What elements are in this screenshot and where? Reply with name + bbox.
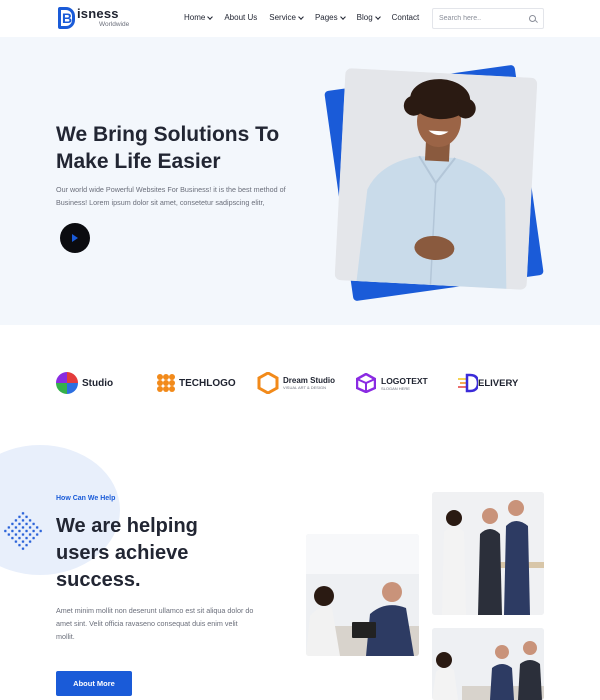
person-illustration <box>334 68 538 290</box>
nav-item-pages[interactable]: Pages <box>314 13 346 22</box>
meeting-illustration <box>306 534 419 656</box>
chevron-down-icon <box>207 13 214 20</box>
brand-studio[interactable]: Studio <box>56 372 113 394</box>
nav-label: Pages <box>314 13 338 22</box>
hero-description: Our world wide Powerful Websites For Bus… <box>56 185 286 207</box>
site-header: B isness Worldwide Home About Us Service… <box>0 0 600 37</box>
brand-dream-studio[interactable]: Dream Studio VISUAL ART & DESIGN <box>257 372 335 394</box>
hero-title-line: We Bring Solutions To <box>56 123 280 146</box>
nav-label: Home <box>184 13 206 22</box>
d-letter-icon <box>458 373 478 393</box>
logo-subtitle: Worldwide <box>99 21 130 28</box>
about-title-line: We are helping <box>56 515 198 537</box>
nav-item-contact[interactable]: Contact <box>392 13 420 22</box>
about-more-button[interactable]: About More <box>56 671 132 696</box>
dots-grid-icon <box>157 374 175 392</box>
section-tag: How Can We Help <box>56 495 116 502</box>
nav-item-blog[interactable]: Blog <box>356 13 381 22</box>
logo-letter: B <box>62 10 73 26</box>
nav-item-home[interactable]: Home <box>184 13 214 22</box>
hero-person-photo <box>334 68 538 290</box>
brand-label: Dream Studio <box>283 376 336 385</box>
search-icon[interactable] <box>529 15 536 22</box>
hexagon-icon <box>257 372 279 394</box>
about-title-line: users achieve <box>56 542 189 564</box>
search-box <box>432 8 544 29</box>
nav-item-about[interactable]: About Us <box>224 13 257 22</box>
brand-sub: SLOGAN HERE <box>381 385 410 391</box>
main-nav: Home About Us Service Pages Blog Contact <box>184 13 431 22</box>
nav-label: Contact <box>391 13 420 22</box>
desk-team-photo <box>432 628 544 700</box>
nav-label: Blog <box>356 13 373 22</box>
about-section: How Can We Help We are helping users ach… <box>0 440 600 700</box>
team-illustration <box>432 492 544 615</box>
search-input[interactable] <box>439 15 527 22</box>
logo-mark-icon: B <box>58 7 75 29</box>
about-description: Amet minim mollit non deserunt ullamco e… <box>56 606 254 641</box>
brand-logos: Studio TECHLOGO Dream Studio VISUAL ART … <box>0 325 600 440</box>
nav-item-service[interactable]: Service <box>269 13 304 22</box>
hero-section: We Bring Solutions To Make Life Easier O… <box>0 37 600 325</box>
cube-icon <box>356 373 376 393</box>
team-photo <box>432 492 544 615</box>
brand-label: LOGOTEXT <box>381 375 428 386</box>
hero-title-line: Make Life Easier <box>56 150 221 173</box>
brand-label: ELIVERY <box>478 377 519 389</box>
nav-label: Service <box>269 13 296 22</box>
brand-logotext[interactable]: LOGOTEXT SLOGAN HERE <box>356 372 428 394</box>
brand-techlogo[interactable]: TECHLOGO <box>156 372 236 394</box>
about-title-line: success. <box>56 569 141 591</box>
chevron-down-icon <box>339 13 346 20</box>
about-title: We are helping users achieve success. <box>56 513 286 594</box>
pinwheel-icon <box>56 372 78 394</box>
chevron-down-icon <box>298 13 304 20</box>
nav-label: About Us <box>224 13 258 22</box>
site-logo[interactable]: B isness Worldwide <box>58 7 129 29</box>
logo-name: isness <box>77 6 119 21</box>
brand-sub: VISUAL ART & DESIGN <box>283 385 327 390</box>
play-video-button[interactable] <box>60 223 90 253</box>
hero-title: We Bring Solutions To Make Life Easier <box>56 121 316 175</box>
brand-label: TECHLOGO <box>179 377 236 389</box>
brand-label: Studio <box>82 377 114 389</box>
chevron-down-icon <box>374 13 381 20</box>
brand-delivery[interactable]: ELIVERY <box>458 372 518 394</box>
desk-team-illustration <box>432 628 544 700</box>
meeting-photo <box>306 534 419 656</box>
